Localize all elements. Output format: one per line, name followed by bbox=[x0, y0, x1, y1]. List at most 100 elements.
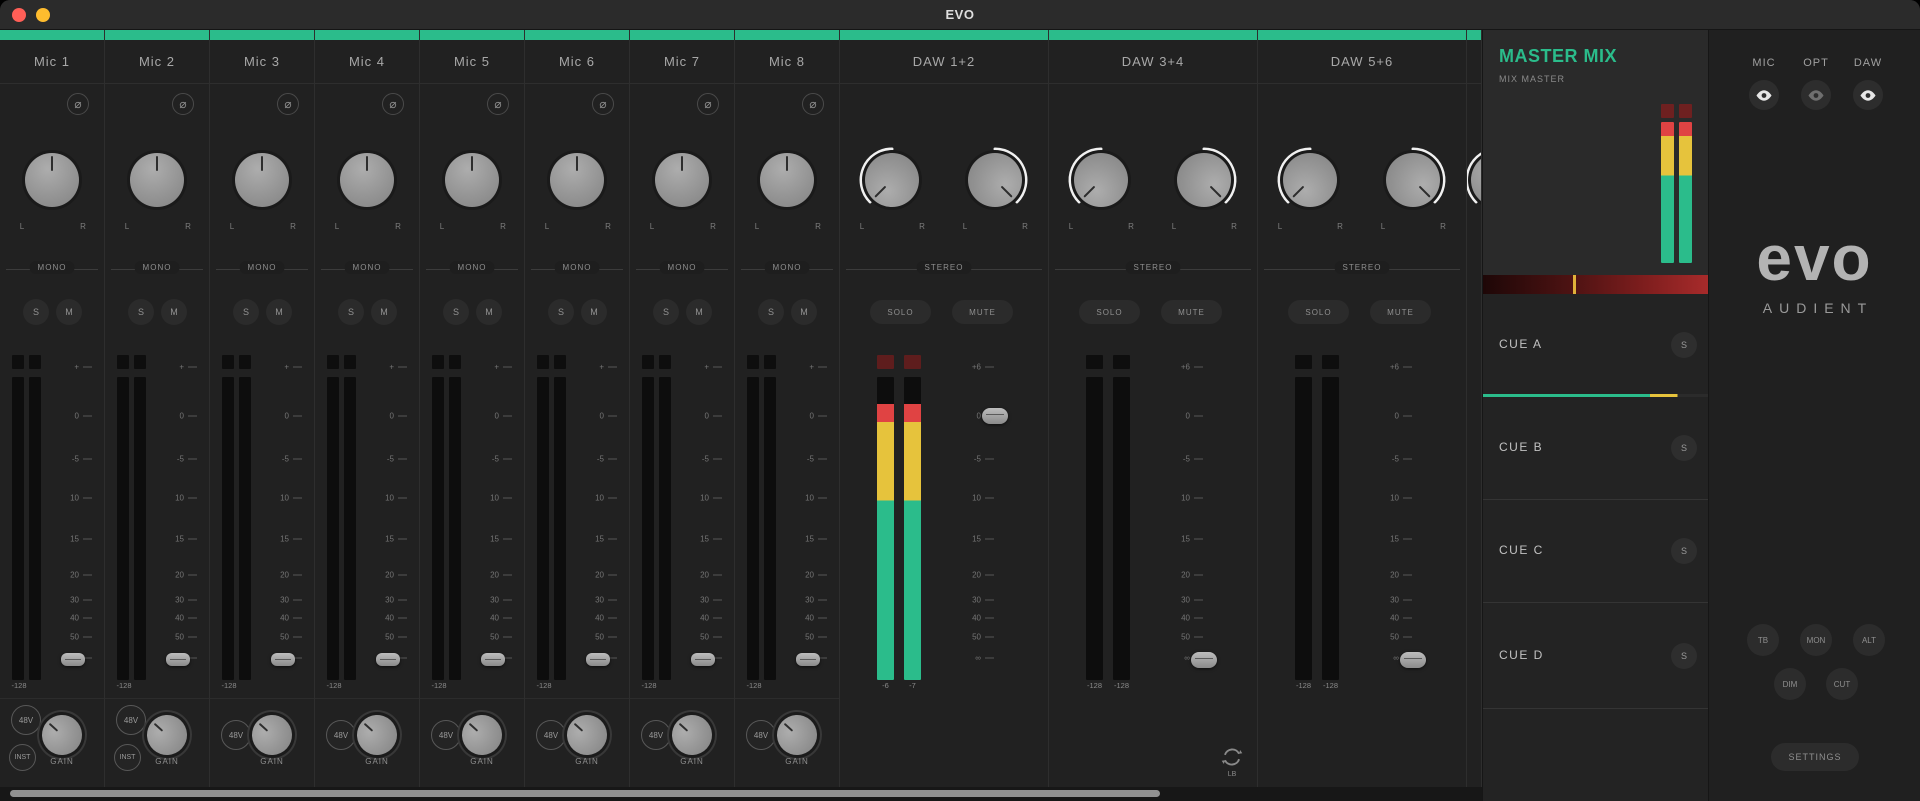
alt-speaker-button[interactable]: ALT bbox=[1853, 624, 1885, 656]
level-meter bbox=[1322, 377, 1339, 680]
meter-peak-segment bbox=[12, 355, 24, 369]
phantom-48v-button[interactable]: 48V bbox=[326, 720, 356, 750]
channel-strip: DAW 1+2 L R L R STEREO SOLO MUTE +6 0 -5… bbox=[840, 30, 1049, 801]
master-fader[interactable] bbox=[1483, 275, 1709, 294]
level-meter bbox=[904, 377, 921, 680]
cue-c-solo-button[interactable]: S bbox=[1671, 538, 1697, 564]
meter-peak-segment bbox=[747, 355, 759, 369]
phantom-48v-button[interactable]: 48V bbox=[536, 720, 566, 750]
mic-visibility-button[interactable] bbox=[1749, 80, 1779, 110]
talkback-button[interactable]: TB bbox=[1747, 624, 1779, 656]
level-readout: -128 bbox=[11, 681, 27, 690]
fader-handle[interactable] bbox=[586, 653, 610, 666]
footer-divider bbox=[630, 698, 734, 699]
footer-divider bbox=[420, 698, 524, 699]
meter-peak-segment bbox=[642, 355, 654, 369]
channel-active-strip bbox=[1467, 30, 1481, 40]
phantom-48v-button[interactable]: 48V bbox=[641, 720, 671, 750]
level-meter bbox=[117, 377, 129, 680]
cue-a-solo-button[interactable]: S bbox=[1671, 332, 1697, 358]
fader-handle[interactable] bbox=[691, 653, 715, 666]
level-meter bbox=[1086, 377, 1103, 680]
solo-button[interactable]: S bbox=[548, 299, 574, 325]
meter-peak-segment bbox=[537, 355, 549, 369]
fader-handle[interactable] bbox=[271, 653, 295, 666]
solo-button[interactable]: S bbox=[653, 299, 679, 325]
level-meter bbox=[449, 377, 461, 680]
cue-b-label: CUE B bbox=[1499, 440, 1544, 454]
level-readout-left: -128 bbox=[1295, 681, 1311, 690]
phantom-48v-button[interactable]: 48V bbox=[221, 720, 251, 750]
phantom-48v-button[interactable]: 48V bbox=[431, 720, 461, 750]
solo-button[interactable]: S bbox=[338, 299, 364, 325]
phantom-48v-button[interactable]: 48V bbox=[116, 705, 146, 735]
settings-button[interactable]: SETTINGS bbox=[1771, 743, 1859, 771]
inst-button[interactable]: INST bbox=[9, 744, 36, 771]
level-readout-right: -128 bbox=[1322, 681, 1338, 690]
fader-scale: + 0 -5 10 15 20 30 40 50 ∞ bbox=[155, 30, 197, 801]
pan-right-label: R bbox=[1231, 222, 1237, 231]
evo-logo: evo bbox=[1756, 222, 1873, 294]
dim-button[interactable]: DIM bbox=[1774, 668, 1806, 700]
master-meter-peak bbox=[1661, 104, 1674, 118]
gain-label: GAIN bbox=[50, 757, 74, 766]
solo-button[interactable]: S bbox=[233, 299, 259, 325]
cue-a-level-slider[interactable] bbox=[1483, 394, 1709, 397]
close-button[interactable] bbox=[12, 8, 26, 22]
level-meter bbox=[1113, 377, 1130, 680]
cue-d-label: CUE D bbox=[1499, 648, 1544, 662]
minimize-button[interactable] bbox=[36, 8, 50, 22]
fader-handle[interactable] bbox=[376, 653, 400, 666]
pan-left-label: L bbox=[1277, 222, 1283, 231]
horizontal-scrollbar bbox=[0, 787, 1482, 801]
solo-button[interactable]: SOLO bbox=[1288, 300, 1349, 324]
daw-visibility-button[interactable] bbox=[1853, 80, 1883, 110]
level-meter bbox=[642, 377, 654, 680]
solo-button[interactable]: SOLO bbox=[1079, 300, 1140, 324]
scrollbar-thumb[interactable] bbox=[10, 790, 1160, 797]
fader-handle[interactable] bbox=[1400, 652, 1426, 668]
channel-rack: Mic 1 ⌀ L R MONO S M + 0 -5 10 15 20 30 … bbox=[0, 30, 1482, 801]
meter-peak-segment bbox=[1113, 355, 1130, 369]
pan-left-label: L bbox=[859, 222, 865, 231]
loopback-button[interactable]: LB bbox=[1212, 742, 1252, 782]
channel-strip-partial bbox=[1467, 30, 1482, 801]
cue-divider bbox=[1483, 708, 1708, 709]
fader-handle[interactable] bbox=[796, 653, 820, 666]
pan-left-label: L bbox=[1068, 222, 1074, 231]
level-meter bbox=[29, 377, 41, 680]
solo-button[interactable]: S bbox=[443, 299, 469, 325]
solo-button[interactable]: SOLO bbox=[870, 300, 931, 324]
level-meter bbox=[222, 377, 234, 680]
meter-peak-segment bbox=[554, 355, 566, 369]
eye-icon bbox=[1756, 89, 1772, 101]
gain-label: GAIN bbox=[155, 757, 179, 766]
fader-scale: + 0 -5 10 15 20 30 40 50 ∞ bbox=[470, 30, 512, 801]
solo-button[interactable]: S bbox=[128, 299, 154, 325]
meter-peak-segment bbox=[239, 355, 251, 369]
fader-handle[interactable] bbox=[481, 653, 505, 666]
channel-strip: Mic 5 ⌀ L R MONO S M + 0 -5 10 15 20 30 … bbox=[420, 30, 525, 801]
cut-button[interactable]: CUT bbox=[1826, 668, 1858, 700]
pan-left-label: L bbox=[649, 222, 655, 231]
monitor-button[interactable]: MON bbox=[1800, 624, 1832, 656]
fader-handle[interactable] bbox=[982, 408, 1008, 424]
master-section bbox=[1483, 30, 1708, 294]
cue-d-solo-button[interactable]: S bbox=[1671, 643, 1697, 669]
meter-peak-segment bbox=[117, 355, 129, 369]
inst-button[interactable]: INST bbox=[114, 744, 141, 771]
solo-button[interactable]: S bbox=[23, 299, 49, 325]
opt-visibility-button[interactable] bbox=[1801, 80, 1831, 110]
phantom-48v-button[interactable]: 48V bbox=[11, 705, 41, 735]
solo-button[interactable]: S bbox=[758, 299, 784, 325]
pan-right-label: R bbox=[1022, 222, 1028, 231]
gain-label: GAIN bbox=[260, 757, 284, 766]
cue-b-solo-button[interactable]: S bbox=[1671, 435, 1697, 461]
main-area: Mic 1 ⌀ L R MONO S M + 0 -5 10 15 20 30 … bbox=[0, 30, 1920, 801]
fader-handle[interactable] bbox=[61, 653, 85, 666]
channel-header bbox=[1467, 40, 1481, 84]
fader-handle[interactable] bbox=[166, 653, 190, 666]
master-title: MASTER MIX bbox=[1499, 46, 1618, 66]
phantom-48v-button[interactable]: 48V bbox=[746, 720, 776, 750]
fader-handle[interactable] bbox=[1191, 652, 1217, 668]
